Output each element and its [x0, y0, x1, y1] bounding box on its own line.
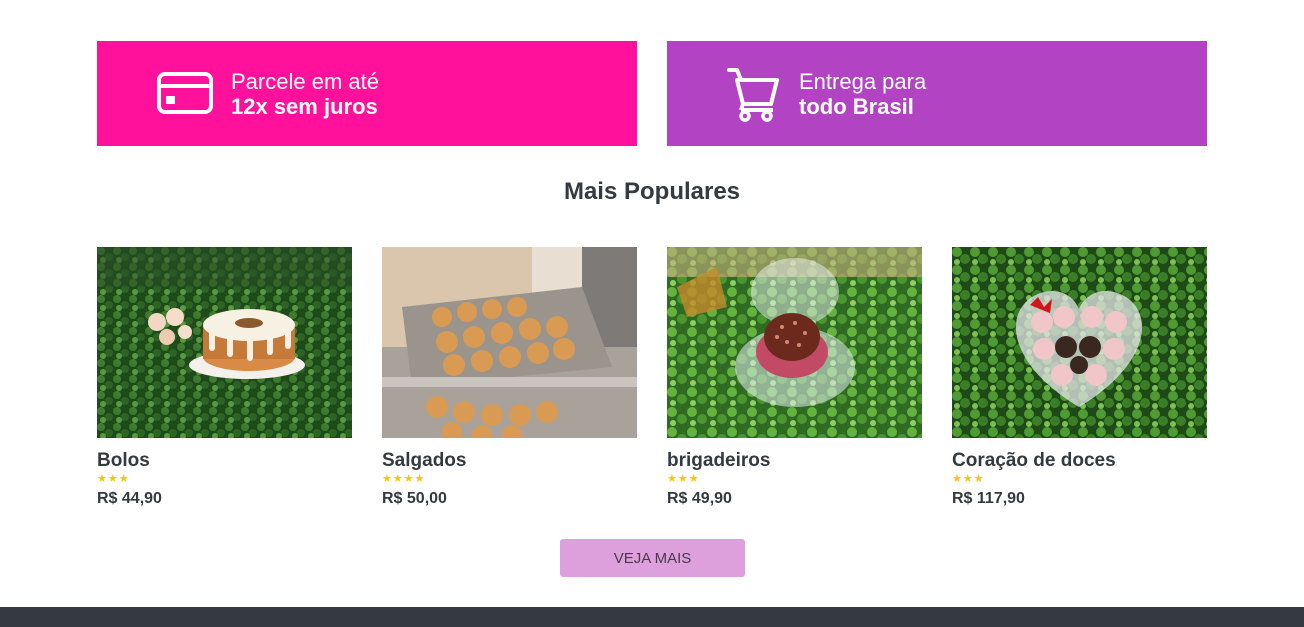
rating-stars: ★★★★: [382, 473, 426, 485]
delivery-line2: todo Brasil: [799, 93, 914, 119]
product-grid: Bolos ★★★ R$ 44,90 Salgados ★★★★ R$ 50,0…: [97, 247, 1207, 508]
delivery-line1: Entrega para: [799, 68, 927, 94]
product-card[interactable]: brigadeiros ★★★ R$ 49,90: [667, 247, 922, 508]
footer: [0, 607, 1304, 627]
product-price: R$ 44,90: [97, 490, 162, 507]
product-name[interactable]: Coração de doces: [952, 450, 1207, 472]
brigadeiro-photo[interactable]: [667, 247, 922, 438]
bundt-cake-photo[interactable]: [97, 247, 352, 438]
delivery-banner: Entrega para todo Brasil: [667, 41, 1207, 146]
rating-stars: ★★★: [952, 473, 985, 485]
section-title: Mais Populares: [563, 178, 741, 205]
rating-stars: ★★★: [667, 473, 700, 485]
fried-snacks-photo[interactable]: [382, 247, 637, 438]
delivery-text: Entrega para todo Brasil: [799, 69, 926, 119]
product-name[interactable]: Bolos: [97, 450, 352, 472]
product-card[interactable]: Coração de doces ★★★ R$ 117,90: [952, 247, 1207, 508]
credit-card-icon: [157, 71, 213, 114]
installments-text: Parcele em até 12x sem juros: [231, 69, 379, 119]
heart-box-sweets-photo[interactable]: [952, 247, 1207, 438]
installments-line2: 12x sem juros: [231, 93, 378, 119]
product-card[interactable]: Bolos ★★★ R$ 44,90: [97, 247, 352, 508]
product-price: R$ 49,90: [667, 490, 732, 507]
installments-banner: Parcele em até 12x sem juros: [97, 41, 637, 146]
product-card[interactable]: Salgados ★★★★ R$ 50,00: [382, 247, 637, 508]
product-price: R$ 117,90: [952, 490, 1025, 507]
installments-line1: Parcele em até: [231, 68, 379, 94]
see-more-button[interactable]: VEJA MAIS: [560, 539, 745, 577]
shopping-cart-icon: [727, 67, 779, 122]
product-name[interactable]: brigadeiros: [667, 450, 922, 472]
product-name[interactable]: Salgados: [382, 450, 637, 472]
product-price: R$ 50,00: [382, 490, 447, 507]
feature-banners: Parcele em até 12x sem juros Entrega par…: [97, 41, 1207, 146]
rating-stars: ★★★: [97, 473, 130, 485]
